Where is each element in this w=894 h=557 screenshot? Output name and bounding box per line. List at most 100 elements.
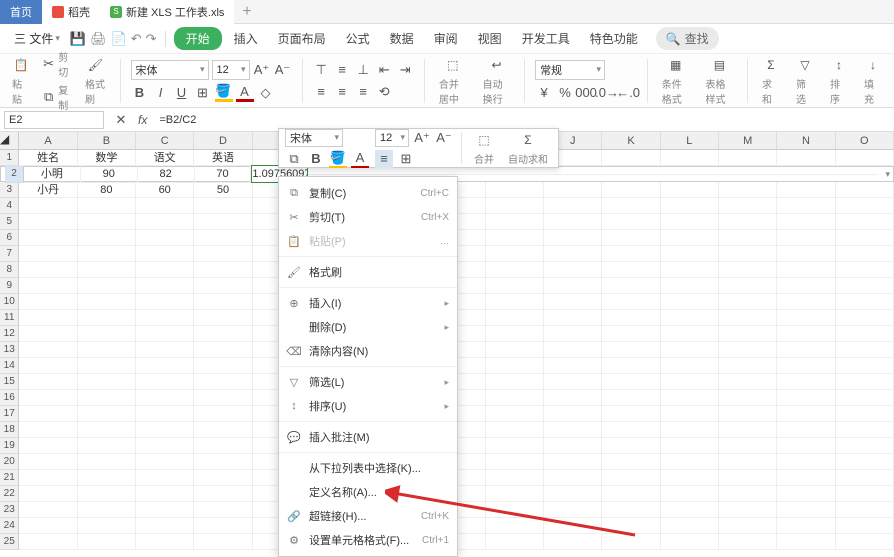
- decrease-font-icon[interactable]: A⁻: [274, 61, 292, 79]
- menu-start[interactable]: 开始: [174, 27, 222, 50]
- font-select[interactable]: 宋体: [131, 60, 209, 80]
- fontcolor-icon[interactable]: A: [236, 84, 254, 102]
- select-all-corner[interactable]: ◢: [0, 132, 19, 150]
- align-right-icon[interactable]: ≡: [354, 83, 372, 101]
- name-box[interactable]: E2: [4, 111, 104, 129]
- currency-icon[interactable]: ¥: [535, 84, 553, 102]
- sum-group[interactable]: Σ求和: [758, 56, 784, 106]
- menu-data[interactable]: 数据: [382, 27, 422, 50]
- cut-icon[interactable]: ✂: [42, 55, 55, 73]
- ctx-comment[interactable]: 💬插入批注(M): [279, 425, 457, 449]
- numberformat-select[interactable]: 常规: [535, 60, 605, 80]
- sort-group[interactable]: ↕排序: [826, 56, 852, 106]
- preview-icon[interactable]: 📄: [111, 31, 127, 47]
- col-header-N[interactable]: N: [777, 132, 835, 150]
- row-header[interactable]: 16: [0, 390, 19, 406]
- row-header[interactable]: 12: [0, 326, 19, 342]
- increase-font-icon[interactable]: A⁺: [253, 61, 271, 79]
- formula-input[interactable]: =B2/C2: [155, 114, 890, 126]
- col-header-B[interactable]: B: [78, 132, 136, 150]
- row-header[interactable]: 10: [0, 294, 19, 310]
- row-header[interactable]: 8: [0, 262, 19, 278]
- row-header[interactable]: 4: [0, 198, 19, 214]
- underline-icon[interactable]: U: [173, 84, 191, 102]
- save-icon[interactable]: 💾: [70, 31, 86, 47]
- menu-formula[interactable]: 公式: [338, 27, 378, 50]
- col-header-A[interactable]: A: [19, 132, 77, 150]
- mini-align-icon[interactable]: ≡: [375, 150, 393, 168]
- mini-font-select[interactable]: 宋体: [285, 129, 343, 147]
- ctx-insert[interactable]: ⊕插入(I)▸: [279, 291, 457, 315]
- ctx-delete[interactable]: 删除(D)▸: [279, 315, 457, 339]
- ctx-copy[interactable]: ⧉复制(C)Ctrl+C: [279, 181, 457, 205]
- percent-icon[interactable]: %: [556, 84, 574, 102]
- row-header[interactable]: 19: [0, 438, 19, 454]
- row-header[interactable]: 14: [0, 358, 19, 374]
- print-icon[interactable]: 🖨: [90, 31, 107, 47]
- ctx-cut[interactable]: ✂剪切(T)Ctrl+X: [279, 205, 457, 229]
- mini-merge-group[interactable]: ⬚合并: [470, 131, 498, 166]
- mini-decfont-icon[interactable]: A⁻: [435, 129, 453, 147]
- fontsize-select[interactable]: 12: [212, 60, 250, 80]
- tab-home[interactable]: 首页: [0, 0, 42, 24]
- row-header[interactable]: 9: [0, 278, 19, 294]
- align-mid-icon[interactable]: ≡: [333, 61, 351, 79]
- align-top-icon[interactable]: ⊤: [312, 61, 330, 79]
- indent-inc-icon[interactable]: ⇥: [396, 61, 414, 79]
- align-bot-icon[interactable]: ⊥: [354, 61, 372, 79]
- menu-insert[interactable]: 插入: [226, 27, 266, 50]
- col-header-C[interactable]: C: [136, 132, 194, 150]
- col-header-M[interactable]: M: [719, 132, 777, 150]
- clearfmt-icon[interactable]: ◇: [257, 84, 275, 102]
- mini-incfont-icon[interactable]: A⁺: [413, 129, 431, 147]
- undo-icon[interactable]: ↶: [131, 31, 142, 47]
- row-header[interactable]: 5: [0, 214, 19, 230]
- row-header[interactable]: 6: [0, 230, 19, 246]
- italic-icon[interactable]: I: [152, 84, 170, 102]
- mini-sum-group[interactable]: Σ自动求和: [504, 131, 552, 166]
- file-menu[interactable]: 三 文件▾: [8, 28, 66, 49]
- ctx-filter[interactable]: ▽筛选(L)▸: [279, 370, 457, 394]
- tab-daoke[interactable]: 稻壳: [42, 0, 100, 24]
- row-header[interactable]: 22: [0, 486, 19, 502]
- row-header[interactable]: 23: [0, 502, 19, 518]
- menu-page[interactable]: 页面布局: [270, 27, 334, 50]
- paste-group[interactable]: 📋 粘贴: [8, 56, 34, 106]
- border-icon[interactable]: ⊞: [194, 84, 212, 102]
- merge-group[interactable]: ⬚合并居中: [435, 56, 471, 106]
- redo-icon[interactable]: ↷: [146, 31, 157, 47]
- fillcolor-icon[interactable]: 🪣: [215, 84, 233, 102]
- condfmt-group[interactable]: ▦条件格式: [658, 56, 694, 106]
- row-header[interactable]: 1: [0, 150, 19, 166]
- row-header[interactable]: 25: [0, 534, 19, 550]
- fx-icon[interactable]: fx: [138, 113, 147, 127]
- row-header[interactable]: 3: [0, 182, 19, 198]
- decimal-dec-icon[interactable]: ←.0: [619, 84, 637, 102]
- menu-view[interactable]: 视图: [470, 27, 510, 50]
- menu-dev[interactable]: 开发工具: [514, 27, 578, 50]
- indent-dec-icon[interactable]: ⇤: [375, 61, 393, 79]
- mini-fontcolor-icon[interactable]: A: [351, 150, 369, 168]
- cellstyle-group[interactable]: ▤表格样式: [702, 56, 738, 106]
- ctx-sort[interactable]: ↕排序(U)▸: [279, 394, 457, 418]
- ctx-definename[interactable]: 定义名称(A)...: [279, 480, 457, 504]
- mini-size-select[interactable]: 12: [375, 129, 409, 147]
- filter-group[interactable]: ▽筛选: [792, 56, 818, 106]
- col-header-L[interactable]: L: [661, 132, 719, 150]
- comma-icon[interactable]: 000: [577, 84, 595, 102]
- row-header[interactable]: 13: [0, 342, 19, 358]
- row-header[interactable]: 17: [0, 406, 19, 422]
- mini-bold-icon[interactable]: B: [307, 150, 325, 168]
- ctx-formatpainter[interactable]: 🖌格式刷: [279, 260, 457, 284]
- fill-group[interactable]: ↓填充: [860, 56, 886, 106]
- wrap-group[interactable]: ↩自动换行: [479, 56, 515, 106]
- formatpainter-group[interactable]: 🖌 格式刷: [81, 56, 110, 106]
- ctx-dropdown[interactable]: 从下拉列表中选择(K)...: [279, 456, 457, 480]
- row-header[interactable]: 2: [5, 166, 24, 183]
- row-header[interactable]: 21: [0, 470, 19, 486]
- menu-feature[interactable]: 特色功能: [582, 27, 646, 50]
- row-header[interactable]: 15: [0, 374, 19, 390]
- row-header[interactable]: 7: [0, 246, 19, 262]
- orientation-icon[interactable]: ⟲: [375, 83, 393, 101]
- tab-xls[interactable]: S新建 XLS 工作表.xls: [100, 0, 234, 24]
